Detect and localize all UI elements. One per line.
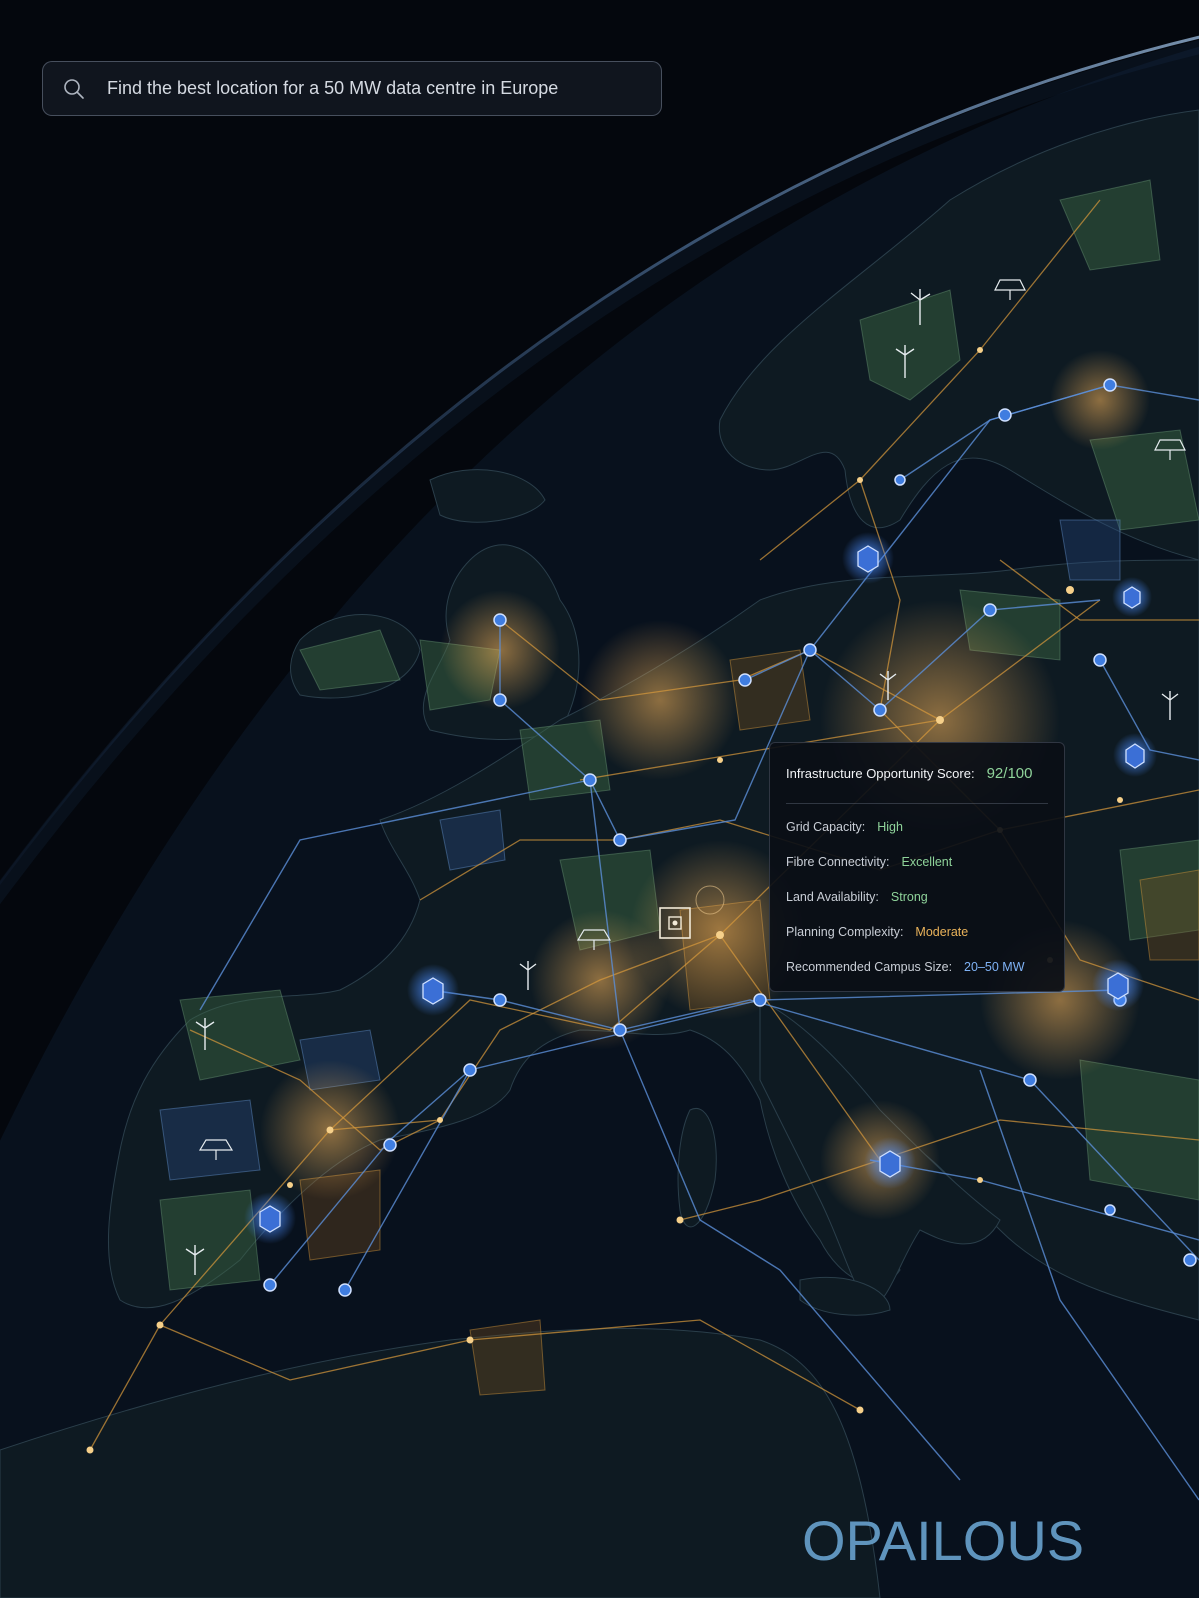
metric-label: Grid Capacity: bbox=[786, 819, 866, 834]
metric-label: Planning Complexity: bbox=[786, 924, 904, 939]
metric-planning-complexity: Planning Complexity: Moderate bbox=[786, 914, 1048, 949]
data-centre-icon[interactable] bbox=[842, 532, 894, 584]
metric-value: Excellent bbox=[901, 854, 953, 869]
metric-fibre-connectivity: Fibre Connectivity: Excellent bbox=[786, 844, 1048, 879]
metric-label: Land Availability: bbox=[786, 889, 879, 904]
opportunity-score: 92/100 bbox=[986, 764, 1033, 782]
metric-value: Moderate bbox=[915, 924, 969, 939]
data-centre-icon[interactable] bbox=[1113, 733, 1157, 777]
metric-list: Grid Capacity: High Fibre Connectivity: … bbox=[786, 804, 1048, 984]
data-centre-icon[interactable] bbox=[1112, 577, 1152, 617]
infrastructure-score-card: Infrastructure Opportunity Score: 92/100… bbox=[769, 742, 1065, 992]
search-icon bbox=[64, 78, 84, 99]
card-title: Infrastructure Opportunity Score: bbox=[786, 765, 975, 781]
metric-value: High bbox=[877, 819, 903, 834]
data-centre-icon[interactable] bbox=[407, 964, 459, 1016]
data-centre-icon[interactable] bbox=[1092, 959, 1144, 1011]
metric-label: Recommended Campus Size: bbox=[786, 959, 953, 974]
data-centre-icon[interactable] bbox=[244, 1192, 296, 1244]
search-input[interactable] bbox=[107, 68, 661, 109]
metric-label: Fibre Connectivity: bbox=[786, 854, 890, 869]
data-centre-icon[interactable] bbox=[864, 1137, 916, 1189]
metric-value: 20–50 MW bbox=[964, 959, 1025, 974]
metric-grid-capacity: Grid Capacity: High bbox=[786, 809, 1048, 844]
map-view[interactable]: Infrastructure Opportunity Score: 92/100… bbox=[0, 0, 1199, 1598]
card-header: Infrastructure Opportunity Score: 92/100 bbox=[786, 743, 1048, 804]
search-bar[interactable] bbox=[42, 61, 662, 116]
metric-value: Strong bbox=[890, 889, 928, 904]
metric-land-availability: Land Availability: Strong bbox=[786, 879, 1048, 914]
brand-logo: OPAILOUS bbox=[802, 1509, 1085, 1572]
metric-campus-size: Recommended Campus Size: 20–50 MW bbox=[786, 949, 1048, 984]
